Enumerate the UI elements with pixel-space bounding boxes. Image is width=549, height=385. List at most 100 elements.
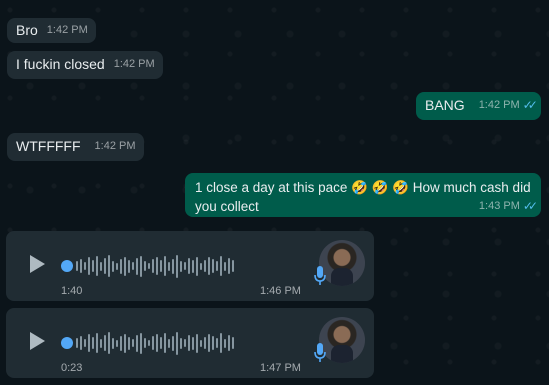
waveform-bar — [92, 337, 94, 349]
waveform-bar — [196, 333, 198, 353]
waveform-bar — [196, 256, 198, 276]
waveform-bar — [200, 262, 202, 270]
voice-message[interactable]: 0:23 1:47 PM — [6, 308, 374, 378]
waveform-bar — [128, 259, 130, 273]
message-text: WTFFFFF — [16, 138, 81, 154]
waveform-bar — [228, 335, 230, 351]
playback-position-dot[interactable] — [61, 337, 73, 349]
message-time: 1:42 PM — [46, 24, 88, 36]
waveform-bar — [100, 338, 102, 348]
waveform-bar — [116, 262, 118, 270]
message-outgoing[interactable]: 1 close a day at this pace 🤣 🤣 🤣 How muc… — [185, 173, 541, 217]
waveform-bar — [192, 259, 194, 273]
waveform-bar — [140, 332, 142, 354]
waveform-bar — [184, 262, 186, 270]
waveform-bar — [92, 260, 94, 272]
waveform-bar — [80, 336, 82, 350]
waveform-bar — [208, 257, 210, 275]
waveform-bar — [120, 335, 122, 351]
waveform-bar — [164, 256, 166, 276]
waveform-bar — [144, 338, 146, 348]
waveform-bar — [216, 338, 218, 348]
waveform-bar — [228, 258, 230, 274]
waveform-bar — [112, 260, 114, 272]
waveform-bar — [148, 263, 150, 269]
waveform-bar — [184, 339, 186, 347]
microphone-icon — [314, 266, 326, 285]
message-time: 1:42 PM — [94, 140, 136, 152]
waveform-bar — [232, 260, 234, 272]
waveform[interactable] — [61, 253, 301, 279]
message-incoming[interactable]: Bro 1:42 PM — [7, 18, 96, 43]
waveform-bar — [192, 336, 194, 350]
message-outgoing[interactable]: BANG 1:42 PM ✓✓ — [416, 92, 541, 120]
waveform-bar — [152, 259, 154, 273]
waveform-bar — [156, 334, 158, 352]
message-time: 1:42 PM — [113, 58, 155, 70]
microphone-icon — [314, 343, 326, 362]
waveform-bar — [124, 256, 126, 276]
play-icon[interactable] — [30, 255, 45, 273]
waveform-bar — [204, 337, 206, 349]
waveform-bar — [140, 255, 142, 277]
double-check-icon: ✓✓ — [522, 98, 538, 112]
waveform-bar — [168, 261, 170, 271]
waveform-bar — [176, 331, 178, 355]
waveform-bar — [180, 260, 182, 272]
waveform-bar — [148, 340, 150, 346]
message-text-line-1: 1 close a day at this pace 🤣 🤣 🤣 How muc… — [195, 180, 531, 195]
waveform-bar — [212, 336, 214, 350]
waveform-bar — [132, 262, 134, 270]
waveform-bar — [212, 259, 214, 273]
waveform-bar — [116, 339, 118, 347]
waveform-bar — [220, 333, 222, 353]
waveform-bar — [136, 334, 138, 352]
waveform-bar — [172, 335, 174, 351]
playback-position-dot[interactable] — [61, 260, 73, 272]
waveform-bar — [108, 255, 110, 277]
waveform[interactable] — [61, 330, 301, 356]
message-time: 1:46 PM — [260, 285, 301, 297]
message-text: Bro — [16, 22, 38, 38]
waveform-bar — [104, 258, 106, 274]
waveform-bar — [128, 336, 130, 350]
waveform-bar — [188, 335, 190, 351]
waveform-bar — [156, 257, 158, 275]
waveform-bar — [172, 258, 174, 274]
waveform-bar — [120, 258, 122, 274]
waveform-bar — [152, 336, 154, 350]
waveform-bar — [224, 261, 226, 271]
waveform-bar — [132, 339, 134, 347]
waveform-bar — [216, 261, 218, 271]
waveform-bar — [96, 256, 98, 276]
voice-message[interactable]: 1:40 1:46 PM — [6, 231, 374, 301]
waveform-bar — [144, 261, 146, 271]
message-text: I fuckin closed — [16, 56, 105, 72]
waveform-bar — [232, 337, 234, 349]
waveform-bar — [160, 337, 162, 349]
waveform-bar — [200, 339, 202, 347]
message-incoming[interactable]: WTFFFFF 1:42 PM — [7, 133, 144, 161]
message-time: 1:47 PM — [260, 362, 301, 374]
waveform-bar — [224, 338, 226, 348]
waveform-bar — [104, 335, 106, 351]
waveform-bar — [176, 254, 178, 278]
waveform-bar — [124, 333, 126, 353]
waveform-bar — [84, 339, 86, 347]
waveform-bar — [100, 261, 102, 271]
waveform-bar — [80, 259, 82, 273]
waveform-bar — [220, 256, 222, 276]
waveform-bar — [76, 338, 78, 348]
waveform-bar — [88, 334, 90, 352]
double-check-icon: ✓✓ — [522, 199, 538, 213]
play-icon[interactable] — [30, 332, 45, 350]
waveform-bar — [108, 332, 110, 354]
waveform-bar — [112, 337, 114, 349]
message-incoming[interactable]: I fuckin closed 1:42 PM — [7, 51, 163, 79]
message-text: BANG — [425, 97, 465, 113]
waveform-bar — [180, 337, 182, 349]
waveform-bar — [168, 338, 170, 348]
waveform-bar — [84, 262, 86, 270]
waveform-bar — [136, 257, 138, 275]
message-time: 1:43 PM — [478, 200, 520, 212]
